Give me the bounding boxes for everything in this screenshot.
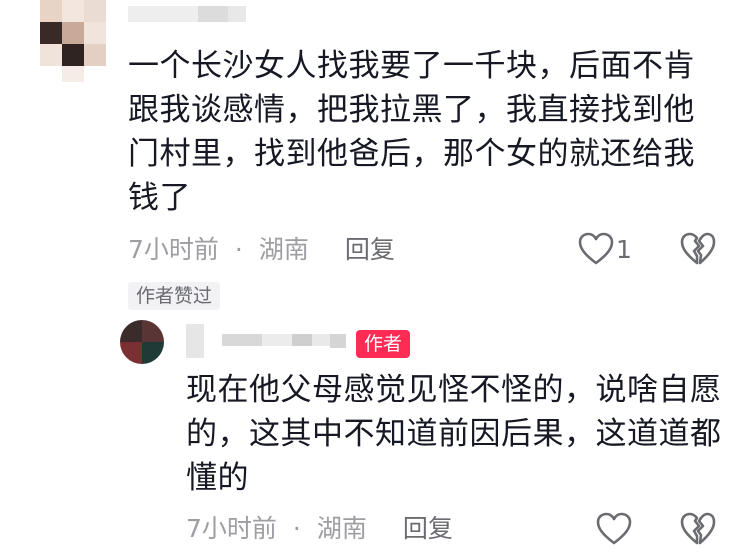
heart-outline-icon[interactable] <box>578 232 614 266</box>
avatar[interactable] <box>40 0 106 84</box>
reply-username-redacted[interactable] <box>186 324 352 358</box>
heart-outline-icon[interactable] <box>596 512 632 546</box>
broken-heart-icon[interactable] <box>680 512 716 546</box>
author-liked-tag: 作者赞过 <box>128 282 221 310</box>
meta-separator: · <box>292 514 301 543</box>
reply-reply-button[interactable]: 回复 <box>403 514 453 544</box>
comment-meta: 7小时前 · 湖南 回复 <box>128 235 395 265</box>
author-badge: 作者 <box>356 330 411 358</box>
reply-location: 湖南 <box>316 514 367 543</box>
reply-avatar[interactable] <box>120 320 164 364</box>
comment-text: 一个长沙女人找我要了一千块，后面不肯跟我谈感情，把我拉黑了，我直接找到他门村里，… <box>128 48 695 216</box>
reply-button[interactable]: 回复 <box>345 235 395 265</box>
comment-location: 湖南 <box>258 235 309 264</box>
broken-heart-icon[interactable] <box>680 232 716 266</box>
comment-time: 7小时前 <box>128 235 219 264</box>
meta-separator: · <box>234 235 243 264</box>
reply-meta: 7小时前 · 湖南 回复 <box>186 514 453 544</box>
reply-text: 现在他父母感觉见怪不怪的，说啥自愿的，这其中不知道前因后果，这道道都懂的 <box>186 372 722 496</box>
username-redacted[interactable] <box>128 6 248 22</box>
like-count: 1 <box>616 235 632 264</box>
reply-time: 7小时前 <box>186 514 277 543</box>
